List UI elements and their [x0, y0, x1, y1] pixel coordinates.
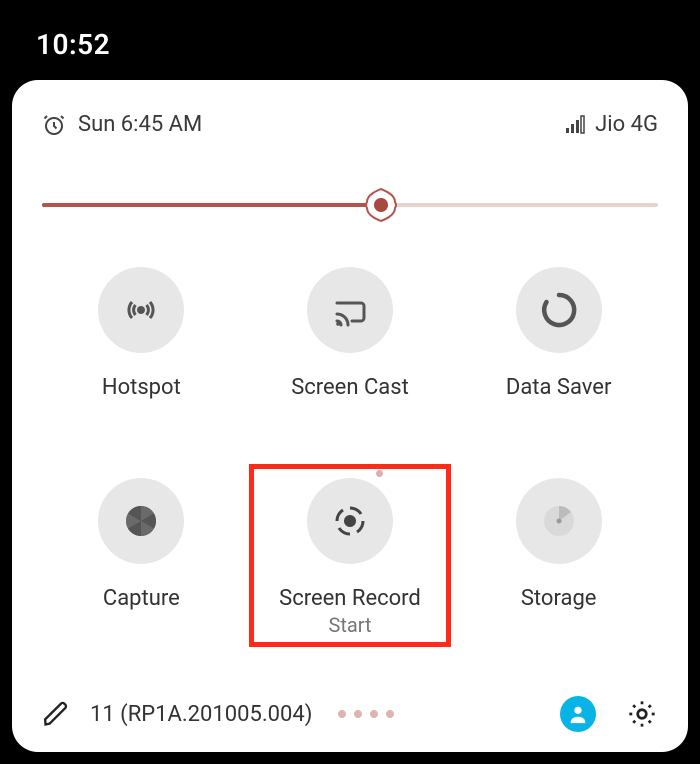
- brightness-slider[interactable]: [42, 191, 658, 219]
- user-avatar-button[interactable]: [560, 696, 596, 732]
- tile-sublabel: Start: [328, 613, 371, 637]
- status-bar: Sun 6:45 AM Jio 4G: [42, 112, 658, 137]
- alarm-time-text: Sun 6:45 AM: [78, 112, 202, 137]
- record-icon: [307, 478, 393, 564]
- tile-label: Storage: [521, 586, 597, 611]
- signal-icon: [565, 115, 585, 135]
- tile-label: Screen Cast: [291, 375, 409, 400]
- tile-label: Data Saver: [506, 375, 612, 400]
- page-dot: [370, 710, 378, 718]
- page-dot: [354, 710, 362, 718]
- edit-tiles-button[interactable]: [42, 700, 70, 728]
- qs-tile-screen-cast[interactable]: Screen Cast: [251, 267, 450, 400]
- qs-tile-hotspot[interactable]: Hotspot: [42, 267, 241, 400]
- brightness-thumb-icon[interactable]: [360, 184, 402, 226]
- qs-tile-storage[interactable]: Storage: [459, 478, 658, 637]
- tile-label: Capture: [103, 586, 180, 611]
- alarm-icon: [42, 113, 66, 137]
- page-dot: [338, 710, 346, 718]
- capture-icon: [98, 478, 184, 564]
- tile-label: Hotspot: [102, 375, 181, 400]
- network-status: Jio 4G: [565, 112, 658, 137]
- qs-tile-capture[interactable]: Capture: [42, 478, 241, 637]
- carrier-text: Jio 4G: [595, 112, 658, 137]
- qs-tile-data-saver[interactable]: Data Saver: [459, 267, 658, 400]
- data-saver-icon: [516, 267, 602, 353]
- settings-button[interactable]: [626, 698, 658, 730]
- quick-settings-panel: Sun 6:45 AM Jio 4G: [12, 80, 688, 752]
- slider-fill: [42, 203, 381, 207]
- quick-tiles-grid: Hotspot Screen Cast Data Saver Capt: [42, 267, 658, 637]
- storage-icon: [516, 478, 602, 564]
- panel-footer: 11 (RP1A.201005.004): [42, 670, 658, 732]
- page-dot: [386, 710, 394, 718]
- page-indicator[interactable]: [338, 710, 394, 718]
- hotspot-icon: [98, 267, 184, 353]
- build-info: 11 (RP1A.201005.004): [90, 702, 312, 727]
- tile-label: Screen Record: [279, 586, 421, 611]
- device-clock: 10:52: [36, 28, 110, 61]
- qs-tile-screen-record[interactable]: Screen RecordStart: [251, 478, 450, 637]
- cast-icon: [307, 267, 393, 353]
- recording-indicator-dot: [376, 470, 383, 477]
- alarm-status[interactable]: Sun 6:45 AM: [42, 112, 202, 137]
